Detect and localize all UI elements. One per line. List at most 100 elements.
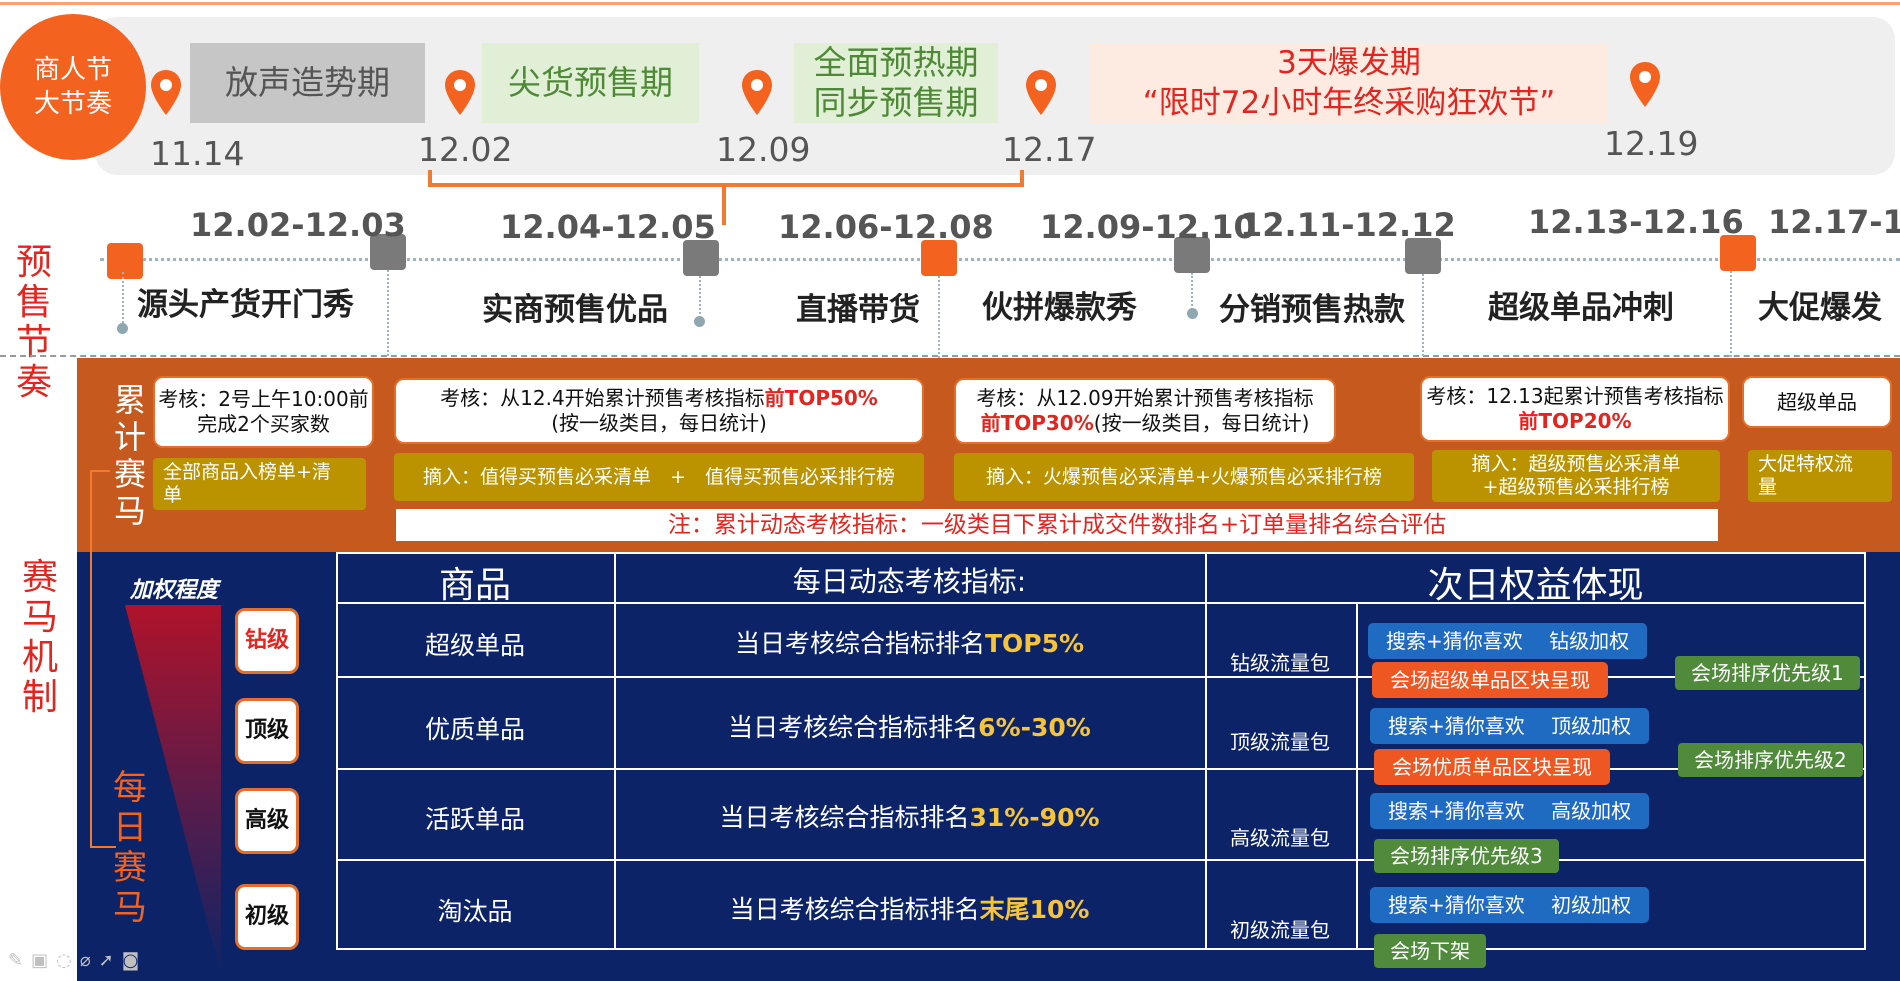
- entry-text: 大促特权流: [1758, 453, 1854, 475]
- assessment-text: 超级单品: [1777, 389, 1857, 414]
- stage-date: 12.09-12.10: [1040, 208, 1256, 246]
- entry-text: 摘入：超级预售必采清单: [1471, 453, 1681, 475]
- camera-icon[interactable]: ◙: [122, 950, 147, 971]
- metric-value: TOP5%: [984, 629, 1085, 658]
- entry-text: 摘入：火爆预售必采清单+火爆预售必采排行榜: [986, 465, 1382, 488]
- header-product: 商品: [438, 565, 511, 606]
- header-rights: 次日权益体现: [1427, 565, 1644, 606]
- level-diamond: 钻级: [235, 608, 299, 674]
- metric-value: 31%-90%: [969, 803, 1100, 832]
- assessment-box: 考核：从12.4开始累计预售考核指标前TOP50% (按一级类目，每日统计): [394, 378, 924, 444]
- circle-line2: 大节奏: [33, 89, 112, 119]
- table-row-metric: 当日考核综合指标排名31%-90%: [614, 798, 1205, 834]
- table-row-product: 活跃单品: [424, 805, 525, 834]
- traffic-package: 钻级流量包: [1230, 651, 1330, 675]
- image-icon[interactable]: ▣: [31, 950, 56, 971]
- map-pin-icon: [445, 70, 475, 115]
- assessment-box: 考核：12.13起累计预售考核指标 前TOP20%: [1420, 376, 1730, 442]
- mechanism-title-char: 赛: [21, 557, 58, 598]
- phase-box-2: 尖货预售期: [482, 43, 699, 123]
- map-pin-icon: [151, 70, 181, 115]
- annotation-toolbar: ✎▣◌⌀➚◙: [8, 950, 147, 971]
- metric-prefix: 当日考核综合指标排名: [734, 629, 985, 658]
- timeline-date: 12.02: [418, 130, 513, 169]
- assessment-box: 考核：从12.09开始累计预售考核指标 前TOP30%(按一级类目，每日统计): [954, 378, 1336, 444]
- stage-dot: [1187, 308, 1198, 319]
- map-pin-icon: [1026, 70, 1056, 115]
- phase-3-line1: 全面预热期: [813, 43, 979, 82]
- entry-text-line2: +超级预售必采排行榜: [1482, 476, 1670, 498]
- metric-prefix: 当日考核综合指标排名: [729, 895, 980, 924]
- phase-2-line1: 尖货预售期: [508, 63, 673, 102]
- phase-3-line2: 同步预售期: [813, 83, 979, 122]
- pen-icon[interactable]: ✎: [8, 950, 31, 971]
- venue-priority-tag: 会场排序优先级2: [1678, 743, 1863, 777]
- table-row-product: 淘汰品: [437, 897, 513, 926]
- cumulative-label-char: 累: [113, 381, 146, 419]
- search-weight-tag: 搜索+猜你喜欢 顶级加权: [1370, 708, 1650, 744]
- pointer-icon[interactable]: ➚: [99, 950, 122, 971]
- phase-4-line2: “限时72小时年终采购狂欢节”: [1142, 85, 1556, 121]
- phase-4-line1: 3天爆发期: [1277, 45, 1421, 81]
- presale-bracket: [428, 170, 1024, 187]
- stage-name: 大促爆发: [1758, 290, 1882, 326]
- phase-box-3: 全面预热期 同步预售期: [794, 43, 998, 123]
- cumulative-note: 注：累计动态考核指标：一级类目下累计成交件数排名+订单量排名综合评估: [396, 509, 1718, 541]
- stage-date: 12.11-12.12: [1240, 206, 1456, 244]
- presale-title-char: 预: [15, 242, 52, 283]
- presale-title-char: 奏: [15, 362, 52, 403]
- stage-connector: [699, 276, 701, 318]
- festival-circle: 商人节 大节奏: [0, 14, 146, 160]
- metric-prefix: 当日考核综合指标排名: [728, 713, 979, 742]
- assessment-text: 考核：12.13起累计预售考核指标: [1426, 384, 1724, 408]
- venue-priority-tag: 会场排序优先级3: [1374, 839, 1559, 873]
- entry-text: 全部商品入榜单+清: [163, 461, 331, 483]
- traffic-package: 初级流量包: [1230, 918, 1330, 942]
- table-rule: [1205, 552, 1207, 950]
- table-row-metric: 当日考核综合指标排名末尾10%: [614, 890, 1205, 926]
- entry-box: 摘入：火爆预售必采清单+火爆预售必采排行榜: [954, 453, 1414, 501]
- assessment-highlight: 前TOP30%: [980, 411, 1094, 435]
- timeline-date: 11.14: [150, 134, 245, 173]
- bracket-line: [90, 470, 92, 848]
- highlighter-icon[interactable]: ⌀: [80, 950, 99, 971]
- timeline-date: 12.17: [1002, 130, 1097, 169]
- weight-label: 加权程度: [130, 578, 219, 603]
- daily-race-char: 日: [113, 808, 147, 848]
- stage-dot: [117, 323, 128, 334]
- daily-race-char: 马: [113, 888, 147, 928]
- daily-race-char: 赛: [113, 848, 147, 888]
- table-rule: [336, 859, 1866, 861]
- search-weight-tag: 搜索+猜你喜欢 钻级加权: [1368, 623, 1648, 659]
- traffic-package: 高级流量包: [1230, 826, 1330, 850]
- stage-date: 12.06-12.08: [778, 208, 994, 246]
- search-weight-tag: 搜索+猜你喜欢 初级加权: [1370, 887, 1650, 923]
- stage-connector: [1191, 273, 1193, 313]
- eraser-icon[interactable]: ◌: [56, 950, 80, 971]
- map-pin-icon: [1630, 62, 1660, 107]
- metric-prefix: 当日考核综合指标排名: [719, 803, 970, 832]
- cumulative-label-char: 计: [113, 418, 146, 456]
- mechanism-title-char: 机: [21, 637, 58, 678]
- timeline-date: 12.19: [1604, 124, 1699, 163]
- level-high: 高级: [235, 788, 299, 854]
- level-entry: 初级: [235, 884, 299, 950]
- stage-name: 超级单品冲刺: [1488, 290, 1674, 326]
- stage-connector: [122, 272, 124, 327]
- phase-box-1: 放声造势期: [190, 43, 425, 123]
- mechanism-title: 赛 马 机 制: [18, 558, 62, 718]
- stage-date: 12.04-12.05: [500, 208, 716, 246]
- mechanism-title-char: 制: [21, 677, 58, 718]
- cumulative-label-char: 马: [113, 492, 146, 530]
- map-pin-icon: [742, 70, 772, 115]
- entry-text-line2: 单: [163, 484, 183, 506]
- cumulative-label-char: 赛: [113, 455, 146, 493]
- daily-race-label: 每 日 赛 马: [110, 768, 150, 928]
- bracket-stem: [722, 185, 726, 225]
- assessment-text-line2: 完成2个买家数: [197, 412, 330, 436]
- stage-marker: [107, 243, 143, 279]
- assessment-text-tail: (按一级类目，每日统计): [1093, 411, 1310, 435]
- stage-dot: [694, 316, 705, 327]
- entry-text: 摘入：值得买预售必采清单 + 值得买预售必采排行榜: [423, 465, 895, 488]
- stage-name: 伙拼爆款秀: [982, 290, 1137, 326]
